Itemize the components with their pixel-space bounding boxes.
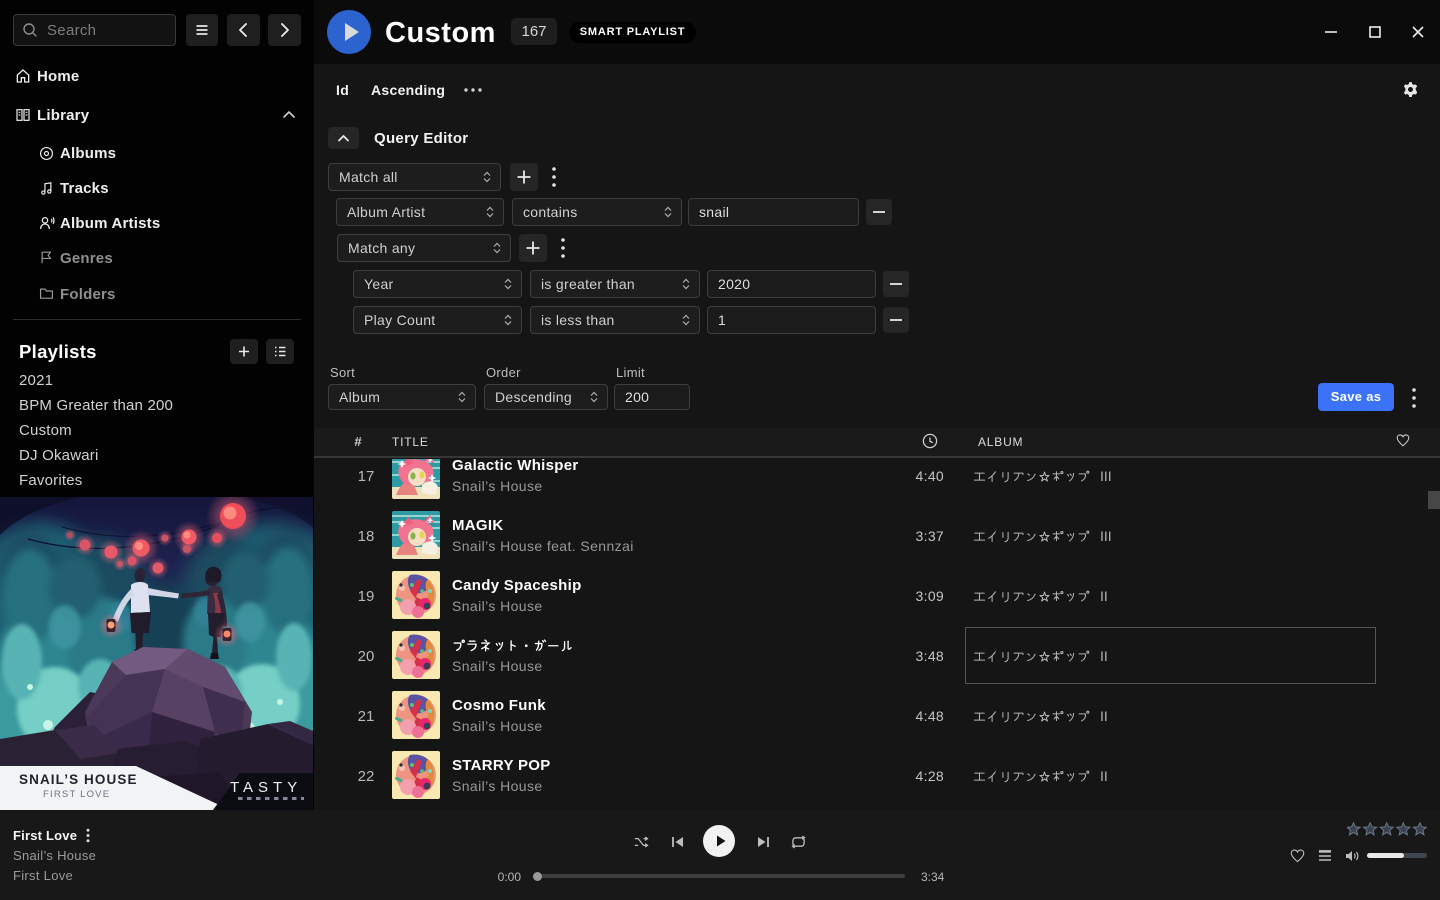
svg-text:SNAIL’S HOUSE: SNAIL’S HOUSE (19, 772, 138, 787)
svg-text:TASTY: TASTY (230, 779, 302, 796)
svg-text:FIRST LOVE: FIRST LOVE (43, 789, 110, 800)
